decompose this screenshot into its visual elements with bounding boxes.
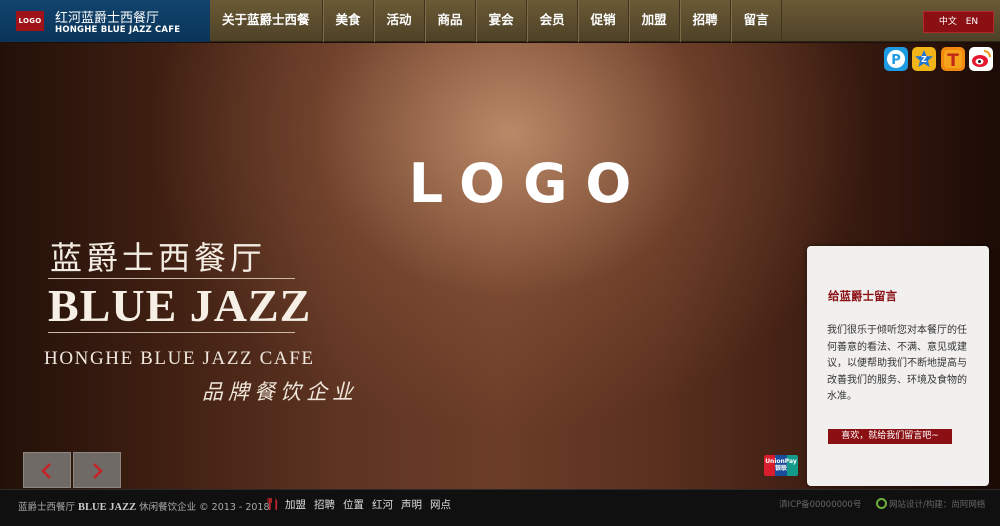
- hero-brand-en-full: HONGHE BLUE JAZZ CAFE: [44, 348, 315, 369]
- nav-item-banquet[interactable]: 宴会: [475, 0, 527, 42]
- nav-item-message[interactable]: 留言: [730, 0, 782, 42]
- svg-text:T: T: [947, 51, 959, 71]
- nav-item-products[interactable]: 商品: [424, 0, 476, 42]
- unionpay-icon: UnionPay 银联: [764, 455, 798, 476]
- message-panel-title: 给蓝爵士留言: [828, 289, 897, 303]
- footer-link-jobs[interactable]: 招聘: [314, 497, 335, 512]
- nav-item-jobs[interactable]: 招聘: [679, 0, 731, 42]
- svg-text:Z: Z: [921, 55, 927, 64]
- nav-item-about[interactable]: 关于蓝爵士西餐: [210, 0, 323, 42]
- main-nav: 关于蓝爵士西餐 美食 活动 商品 宴会 会员 促销 加盟 招聘 留言: [210, 0, 782, 42]
- footer-link-outlets[interactable]: 网点: [430, 497, 451, 512]
- weibo-icon[interactable]: [969, 47, 993, 71]
- hero-logo: LOGO: [408, 152, 650, 215]
- hero-brand-cn: 蓝爵士西餐厅: [50, 239, 267, 277]
- brand-logo: LOGO: [16, 11, 44, 31]
- footer: 蓝爵士西餐厅 BLUE JAZZ 休闲餐饮企业 © 2013 - 2018 加盟…: [0, 489, 1000, 526]
- language-switcher: 中文 EN: [923, 11, 994, 33]
- footer-links: 加盟 招聘 位置 红河 声明 网点: [285, 497, 459, 512]
- footer-link-location[interactable]: 位置: [343, 497, 364, 512]
- chevron-left-icon: [41, 463, 51, 479]
- footer-credit[interactable]: 网站设计/构建：尚阿网络: [889, 498, 985, 510]
- footer-subtitle: 休闲餐饮企业 © 2013 - 2018: [139, 502, 270, 513]
- lang-cn-link[interactable]: 中文: [939, 17, 957, 27]
- footer-link-statement[interactable]: 声明: [401, 497, 422, 512]
- footer-name-en: BLUE JAZZ: [78, 502, 137, 513]
- nav-item-events[interactable]: 活动: [373, 0, 425, 42]
- footer-link-honghe[interactable]: 红河: [372, 497, 393, 512]
- top-navigation-bar: LOGO 红河蓝爵士西餐厅 HONGHE BLUE JAZZ CAFE 关于蓝爵…: [0, 0, 1000, 42]
- svg-text:P: P: [891, 53, 901, 68]
- nav-item-membership[interactable]: 会员: [526, 0, 578, 42]
- chevron-right-icon: [93, 463, 103, 479]
- brand-name-en: HONGHE BLUE JAZZ CAFE: [55, 25, 181, 35]
- cutlery-icon: [267, 497, 279, 511]
- message-panel-body: 我们很乐于倾听您对本餐厅的任何善意的看法、不满、意见或建议，以便帮助我们不断地提…: [827, 325, 967, 402]
- nav-item-food[interactable]: 美食: [322, 0, 374, 42]
- hero-slogan: 品牌餐饮企业: [202, 380, 358, 404]
- divider: [48, 332, 295, 333]
- lang-en-link[interactable]: EN: [966, 17, 978, 27]
- hero-banner: LOGO 蓝爵士西餐厅 BLUE JAZZ HONGHE BLUE JAZZ C…: [0, 43, 1000, 489]
- qzone-icon[interactable]: Z: [912, 47, 936, 71]
- brand-area[interactable]: LOGO 红河蓝爵士西餐厅 HONGHE BLUE JAZZ CAFE: [0, 0, 210, 42]
- slider-next-button[interactable]: [73, 452, 121, 488]
- footer-name-cn: 蓝爵士西餐厅: [18, 502, 76, 513]
- pengyou-icon[interactable]: P: [884, 47, 908, 71]
- footer-icp[interactable]: 滇ICP备00000000号: [779, 498, 861, 510]
- nav-item-franchise[interactable]: 加盟: [628, 0, 680, 42]
- nav-item-promotions[interactable]: 促销: [577, 0, 629, 42]
- footer-copyright: 蓝爵士西餐厅 BLUE JAZZ 休闲餐饮企业 © 2013 - 2018: [18, 499, 270, 513]
- slider-prev-button[interactable]: [23, 452, 71, 488]
- tencent-weibo-icon[interactable]: T: [941, 47, 965, 71]
- footer-link-franchise[interactable]: 加盟: [285, 497, 306, 512]
- message-panel: 给蓝爵士留言 我们很乐于倾听您对本餐厅的任何善意的看法、不满、意见或建议，以便帮…: [807, 246, 989, 486]
- hero-brand-en: BLUE JAZZ: [48, 280, 312, 331]
- credit-logo-icon: [876, 498, 887, 509]
- brand-name-cn: 红河蓝爵士西餐厅: [55, 11, 160, 26]
- leave-message-button[interactable]: 喜欢，就给我们留言吧~: [828, 429, 952, 444]
